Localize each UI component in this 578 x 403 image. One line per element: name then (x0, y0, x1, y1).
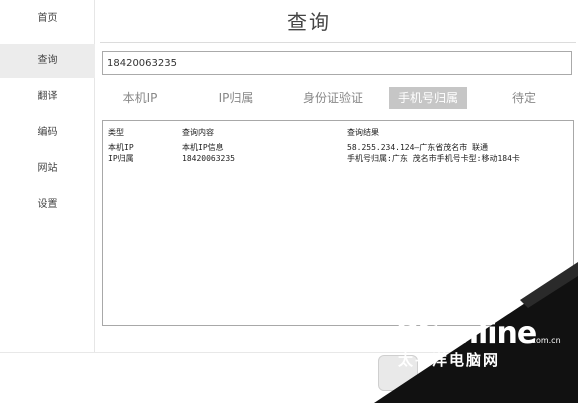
sidebar-item-encode[interactable]: 编码 (0, 116, 95, 150)
sidebar-item-query[interactable]: 查询 (0, 44, 95, 78)
table-cell-type: IP归属 (108, 154, 134, 163)
tab-phone-location[interactable]: 手机号归属 (389, 87, 467, 109)
page-title: 查询 (287, 10, 331, 34)
sidebar: 首页 查询 翻译 编码 网站 设置 (0, 0, 95, 352)
title-divider (100, 42, 576, 43)
table-cell-result: 58.255.234.124—广东省茂名市 联通 (347, 143, 489, 152)
app-icon (378, 355, 418, 391)
search-input[interactable] (102, 51, 572, 75)
table-cell-content: 18420063235 (182, 154, 235, 163)
status-bar (0, 352, 578, 403)
main-content: 查询 本机IP IP归属 身份证验证 手机号归属 待定 类型 查询内容 查询结果… (96, 0, 578, 352)
sidebar-item-settings[interactable]: 设置 (0, 188, 95, 222)
results-panel: 类型 查询内容 查询结果 本机IP 本机IP信息 58.255.234.124—… (102, 120, 574, 326)
tab-ip-location[interactable]: IP归属 (208, 87, 264, 109)
app-window: 首页 查询 翻译 编码 网站 设置 查询 本机IP IP归属 身份证验证 手机号… (0, 0, 578, 403)
table-cell-type: 本机IP (108, 143, 134, 152)
tab-id-verify[interactable]: 身份证验证 (298, 87, 368, 109)
column-header-result: 查询结果 (347, 128, 379, 137)
sidebar-item-translate[interactable]: 翻译 (0, 80, 95, 114)
column-header-type: 类型 (108, 128, 124, 137)
tab-pending[interactable]: 待定 (502, 87, 546, 109)
tab-local-ip[interactable]: 本机IP (112, 87, 168, 109)
table-cell-content: 本机IP信息 (182, 143, 224, 152)
column-header-content: 查询内容 (182, 128, 214, 137)
table-cell-result: 手机号归属:广东 茂名市手机号卡型:移动184卡 (347, 154, 520, 163)
sidebar-item-website[interactable]: 网站 (0, 152, 95, 186)
sidebar-item-home[interactable]: 首页 (0, 2, 95, 36)
